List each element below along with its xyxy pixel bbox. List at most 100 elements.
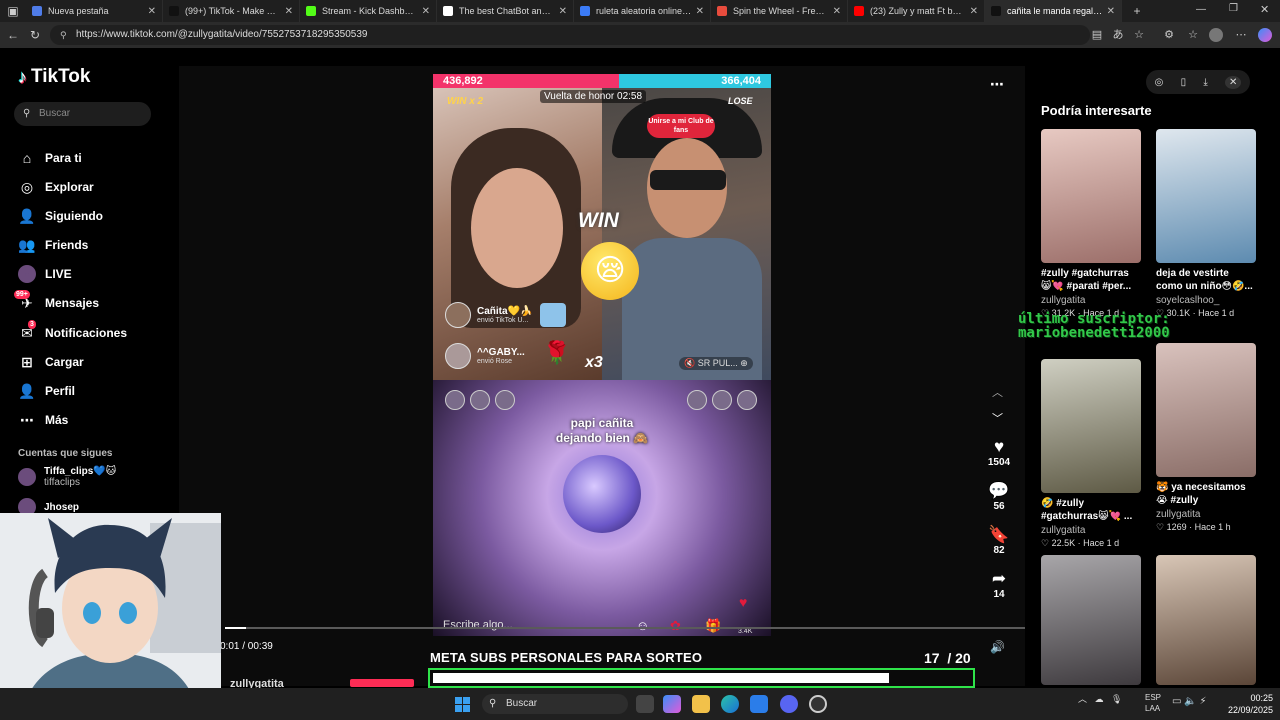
upload-icon: ⊞ (21, 353, 33, 370)
refresh-icon[interactable]: ↻ (24, 28, 46, 42)
emoji-icon[interactable]: ☺ (636, 618, 649, 633)
account-handle: tiffaclips (44, 477, 80, 488)
following-account[interactable]: Tiffa_clips💙🐱 tiffaclips (18, 466, 116, 488)
copilot-icon[interactable] (1258, 28, 1272, 42)
browser-tab[interactable]: Spin the Wheel - Free and ✕ (711, 0, 848, 22)
tab-close-icon[interactable]: ✕ (696, 6, 704, 17)
translate-icon[interactable]: あ (1111, 28, 1125, 42)
browser-tab[interactable]: (99+) TikTok - Make Your Day ✕ (163, 0, 300, 22)
windows-start-icon[interactable] (455, 697, 470, 712)
video-progress-bar[interactable] (225, 627, 1025, 629)
messages-icon: ✈ 99+ (14, 290, 33, 311)
search-input[interactable]: ⚲ Buscar (14, 102, 151, 126)
sidebar-item-home[interactable]: ⌂ Para ti (18, 148, 82, 168)
browser-tab[interactable]: Stream - Kick Dashboard ✕ (300, 0, 437, 22)
tab-close-icon[interactable]: ✕ (285, 6, 293, 17)
previous-video-icon[interactable]: ︿ (992, 384, 1003, 400)
device-icon[interactable]: ▯ (1181, 77, 1187, 88)
gift-icon[interactable]: 🎁 (705, 618, 721, 634)
recommended-video-card[interactable]: deja de vestirte como un niño😳🤣... soyel… (1156, 129, 1256, 319)
follow-button[interactable] (350, 679, 414, 687)
tab-close-icon[interactable]: ✕ (422, 6, 430, 17)
tab-close-icon[interactable]: ✕ (833, 6, 841, 17)
sidebar-item-friends[interactable]: 👥 Friends (18, 235, 88, 255)
sidebar-item-notifications[interactable]: ✉ 3 Notificaciones (18, 320, 127, 343)
url-field[interactable]: ⚲ https://www.tiktok.com/@zullygatita/vi… (50, 25, 1090, 45)
sidebar-item-upload[interactable]: ⊞ Cargar (18, 352, 84, 372)
browser-tab[interactable]: (23) Zully y matt Ft baile in ✕ (848, 0, 985, 22)
gift-description: envió TikTok U... (477, 317, 529, 324)
video-author: zullygatita (1041, 295, 1086, 306)
tab-close-icon[interactable]: ✕ (559, 6, 567, 17)
file-explorer-icon[interactable] (692, 695, 710, 713)
share-button[interactable]: ➦ 14 (984, 569, 1014, 600)
join-fan-club-button[interactable]: Unirse a mi Club de fans (647, 114, 715, 138)
close-icon[interactable]: ✕ (1224, 75, 1242, 89)
sidebar-item-messages[interactable]: ✈ 99+ Mensajes (14, 290, 99, 313)
heart-icon[interactable]: ♥ (739, 594, 747, 610)
tiktok-logo[interactable]: ♪ TikTok (18, 66, 90, 88)
next-video-icon[interactable]: ﹀ (992, 410, 1003, 426)
minimize-button[interactable]: — (1196, 4, 1206, 15)
sidebar-item-following[interactable]: 👤 Siguiendo (18, 206, 103, 226)
host-tag-text: SR PUL... (697, 358, 738, 368)
close-window-button[interactable]: ✕ (1260, 3, 1269, 16)
browser-menu-icon[interactable]: ⋯ (1234, 28, 1248, 42)
favorites-icon[interactable]: ☆ (1186, 28, 1200, 42)
system-tray[interactable]: ︿ ☁ 🎙 (1078, 692, 1122, 705)
network-volume-icons[interactable]: ▭ 🔈 ⚡ (1172, 696, 1206, 707)
account-name: Tiffa_clips💙🐱 (44, 466, 117, 477)
sidebar-item-label: Para ti (45, 151, 82, 165)
recommended-video-card[interactable]: #zully #gatchurras 😸💘 #parati #per... zu… (1041, 129, 1141, 319)
recommended-video-card[interactable]: 🐯 ya necesitamos 😭 #zully #gatchurras...… (1156, 343, 1256, 533)
download-icon[interactable]: ⤓ (1203, 77, 1207, 88)
new-tab-button[interactable]: + (1126, 4, 1148, 18)
extensions-icon[interactable]: ⚙ (1162, 28, 1176, 42)
reader-icon[interactable]: ▤ (1090, 28, 1104, 42)
live-comment-input[interactable]: Escribe algo... (443, 619, 513, 631)
browser-tab[interactable]: ruleta aleatoria online - Búsqueda ✕ (574, 0, 711, 22)
tab-close-icon[interactable]: ✕ (970, 6, 978, 17)
more-options-icon[interactable]: ⋯ (990, 76, 1004, 93)
recommended-video-card[interactable]: 🤣 #zully #gatchurras😸💘 ... zullygatita ♡… (1041, 359, 1141, 549)
compass-icon[interactable]: ◎ (1155, 77, 1164, 88)
sidebar-item-live[interactable]: ● LIVE (18, 264, 72, 284)
recommended-video-card[interactable] (1041, 555, 1141, 685)
task-view-icon[interactable] (636, 695, 654, 713)
home-icon: ⌂ (22, 150, 32, 166)
browser-tab[interactable]: Nueva pestaña ✕ (26, 0, 163, 22)
video-player[interactable]: 436,892 366,404 WIN x 2 Vuelta de honor … (433, 74, 771, 636)
sidebar-item-profile[interactable]: 👤 Perfil (18, 381, 75, 401)
tab-close-icon[interactable]: ✕ (1107, 6, 1115, 17)
tab-close-icon[interactable]: ✕ (148, 6, 156, 17)
tab-actions-icon[interactable]: ▣ (0, 4, 26, 18)
like-button[interactable]: ♥ 1504 (984, 437, 1014, 468)
caption-line: papi cañita (570, 416, 634, 430)
taskbar-clock[interactable]: 00:25 22/09/2025 (1225, 692, 1273, 716)
rose-icon[interactable]: ✿ (670, 618, 681, 634)
language-indicator[interactable]: ESP LAA (1145, 692, 1161, 714)
back-icon[interactable]: ← (2, 28, 24, 42)
volume-icon[interactable]: 🔊 (990, 640, 1005, 654)
copilot-app-icon[interactable] (663, 695, 681, 713)
browser-tab[interactable]: The best ChatBot and Widgets ✕ (437, 0, 574, 22)
add-host-icon[interactable]: ⊕ (738, 358, 748, 368)
sidebar-item-label: Siguiendo (45, 209, 103, 223)
sidebar-item-compass[interactable]: ◎ Explorar (18, 177, 94, 197)
sidebar-item-more[interactable]: ⋯ Más (18, 410, 68, 430)
favorite-star-icon[interactable]: ☆ (1132, 28, 1146, 42)
edge-browser-icon[interactable] (721, 695, 739, 713)
compass-icon: ◎ (20, 178, 34, 195)
profile-avatar-icon[interactable] (1209, 28, 1223, 42)
discord-icon[interactable] (780, 695, 798, 713)
browser-tab[interactable]: cañita le manda regalos a ✕ (985, 0, 1122, 22)
comment-button[interactable]: 💬 56 (984, 481, 1014, 512)
taskbar-search[interactable]: ⚲ Buscar (482, 694, 628, 714)
planet-orb (563, 455, 641, 533)
save-button[interactable]: 🔖 82 (984, 525, 1014, 556)
recommended-video-card[interactable] (1156, 555, 1256, 685)
maximize-button[interactable]: ❐ (1229, 3, 1238, 14)
obs-icon[interactable] (809, 695, 827, 713)
site-info-icon[interactable]: ⚲ (60, 25, 67, 45)
store-icon[interactable] (750, 695, 768, 713)
